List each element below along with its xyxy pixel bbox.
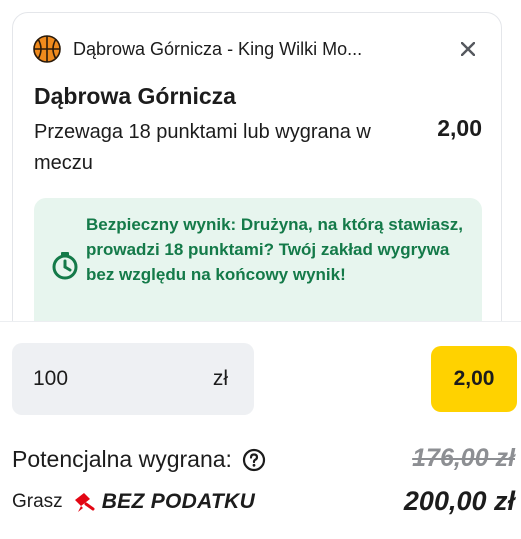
bet-slip-card: Dąbrowa Górnicza - King Wilki Mo... Dąbr… (12, 12, 502, 344)
match-title[interactable]: Dąbrowa Górnicza - King Wilki Mo... (73, 39, 403, 60)
tax-prefix: Grasz (12, 491, 63, 512)
odds-button[interactable]: 2,00 (431, 346, 517, 412)
tax-free-row: Grasz BEZ PODATKU (12, 490, 255, 514)
potential-win-label: Potencjalna wygrana: (12, 446, 232, 472)
selection-odds: 2,00 (437, 115, 482, 141)
tax-free-badge: BEZ PODATKU (101, 490, 256, 513)
card-header: Dąbrowa Górnicza - King Wilki Mo... (33, 35, 481, 63)
potential-win-row: Potencjalna wygrana: (12, 446, 266, 473)
question-circle-icon[interactable] (242, 448, 266, 472)
basketball-icon (33, 35, 61, 63)
selection-description: Przewaga 18 punktami lub wygrana w meczu (34, 121, 371, 174)
stake-value[interactable]: 100 (33, 367, 68, 391)
potential-win-old-amount: 176,00 zł (412, 444, 515, 472)
tax-free-icon (74, 493, 95, 512)
total-win-amount: 200,00 zł (403, 486, 515, 516)
stopwatch-icon (52, 252, 78, 280)
safe-result-text: Bezpieczny wynik: Drużyna, na którą staw… (86, 215, 463, 284)
stake-input[interactable]: 100 zł (12, 343, 254, 415)
stake-currency: zł (212, 367, 228, 390)
close-icon[interactable] (455, 36, 481, 62)
bet-summary-panel: 100 zł 2,00 Potencjalna wygrana: 176,00 … (0, 321, 521, 539)
team-name: Dąbrowa Górnicza (34, 83, 236, 109)
